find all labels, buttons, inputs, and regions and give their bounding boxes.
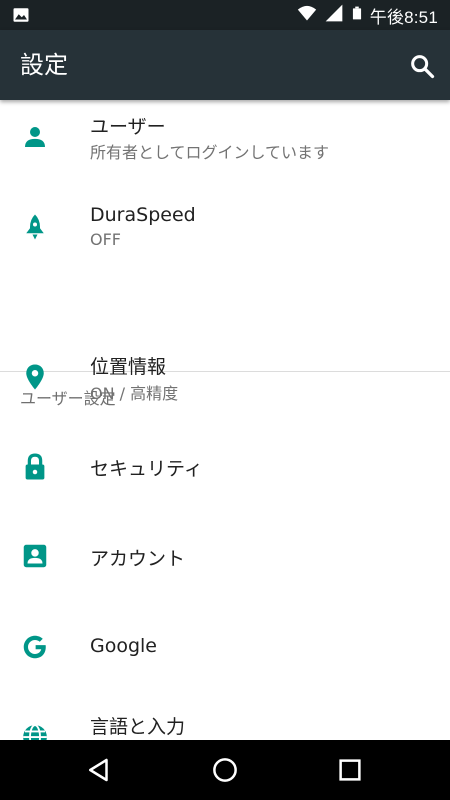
page-title: 設定 <box>20 51 68 79</box>
setting-summary: OFF <box>90 230 121 249</box>
gallery-icon <box>12 6 30 24</box>
signal-icon <box>324 3 344 27</box>
setting-item-location[interactable]: 位置情報 ON / 高精度 <box>0 332 450 422</box>
navigation-bar <box>0 740 450 800</box>
status-time: 午後8:51 <box>369 7 438 27</box>
setting-title: DuraSpeed <box>90 204 196 226</box>
setting-title: セキュリティ <box>90 458 203 480</box>
setting-title: 位置情報 <box>90 356 167 378</box>
setting-title: Google <box>90 635 158 657</box>
setting-item-duraspeed[interactable]: DuraSpeed OFF <box>0 188 450 276</box>
setting-summary: ON / 高精度 <box>90 384 179 403</box>
setting-item-user[interactable]: ユーザー 所有者としてログインしています <box>0 100 450 188</box>
recents-icon[interactable] <box>335 755 365 785</box>
setting-summary: 所有者としてログインしています <box>90 143 330 162</box>
setting-item-security[interactable]: セキュリティ <box>0 422 450 512</box>
location-pin-icon <box>20 362 50 392</box>
globe-icon <box>20 722 50 740</box>
status-bar: 午後8:51 <box>0 0 450 30</box>
app-bar: 設定 <box>0 30 450 100</box>
google-icon <box>20 632 50 662</box>
person-icon <box>20 122 50 152</box>
setting-item-language[interactable]: 言語と入力 <box>0 692 450 740</box>
wifi-icon <box>296 3 318 27</box>
lock-icon <box>20 452 50 482</box>
back-icon[interactable] <box>84 755 114 785</box>
setting-title: 言語と入力 <box>90 716 186 738</box>
account-box-icon <box>20 541 50 571</box>
settings-list: ユーザー 所有者としてログインしています DuraSpeed OFF ユーザー設… <box>0 100 450 740</box>
battery-icon <box>350 3 364 27</box>
rocket-icon <box>20 212 50 242</box>
setting-title: アカウント <box>90 548 186 570</box>
setting-item-accounts[interactable]: アカウント <box>0 512 450 602</box>
home-icon[interactable] <box>210 755 240 785</box>
setting-item-google[interactable]: Google <box>0 602 450 692</box>
setting-title: ユーザー <box>90 116 166 138</box>
search-icon[interactable] <box>408 52 436 80</box>
